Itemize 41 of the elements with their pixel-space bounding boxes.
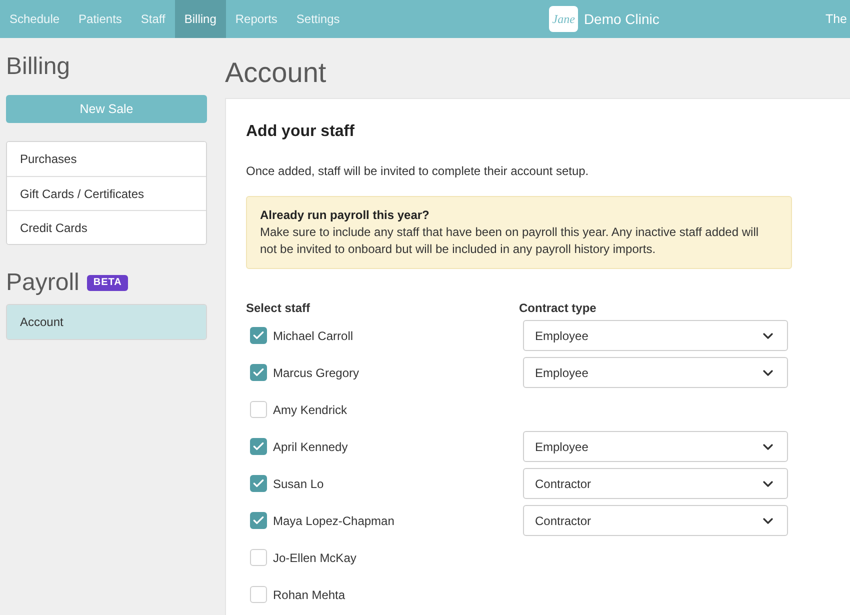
- check-icon: [252, 477, 265, 490]
- beta-badge: BETA: [87, 275, 128, 291]
- panel-heading: Add your staff: [246, 122, 356, 142]
- notice-text: Make sure to include any staff that have been on payroll this year. Any inactive staff added will not be invited to onboard but will be included in any payroll history imports.: [260, 224, 760, 258]
- check-icon: [252, 440, 265, 453]
- user-name: The: [825, 10, 847, 28]
- staff-name: Maya Lopez-Chapman: [273, 512, 394, 530]
- sidebar-item[interactable]: Account: [7, 305, 206, 339]
- staff-name: Amy Kendrick: [273, 402, 348, 418]
- notice-title: Already run payroll this year?: [260, 207, 430, 224]
- check-icon: [252, 366, 265, 379]
- staff-checkbox[interactable]: [250, 549, 267, 566]
- staff-name: Michael Carroll: [273, 328, 354, 344]
- staff-checkbox[interactable]: [250, 586, 267, 603]
- staff-checkbox[interactable]: [250, 401, 267, 418]
- staff-name: Jo-Ellen McKay: [273, 550, 356, 566]
- staff-checkbox[interactable]: [250, 364, 267, 381]
- staff-name: Marcus Gregory: [273, 364, 360, 382]
- contract-type-select[interactable]: Employee: [523, 431, 788, 462]
- staff-name: Susan Lo: [273, 476, 324, 492]
- contract-type-select[interactable]: Employee: [523, 320, 788, 351]
- staff-name: April Kennedy: [273, 438, 348, 456]
- page-title: Account: [225, 56, 328, 90]
- contract-type-select[interactable]: Contractor: [523, 468, 788, 499]
- column-header: Contract type: [519, 300, 596, 317]
- staff-name: Rohan Mehta: [273, 586, 346, 604]
- contract-type-select[interactable]: Contractor: [523, 505, 788, 536]
- check-icon: [252, 514, 265, 527]
- clinic-name: Demo Clinic: [584, 10, 660, 28]
- column-header: Select staff: [246, 300, 312, 317]
- sidebar-item[interactable]: Credit Cards: [7, 210, 206, 244]
- staff-checkbox[interactable]: [250, 327, 267, 344]
- section-heading: Billing: [6, 52, 70, 82]
- contract-type-select[interactable]: Employee: [523, 357, 788, 388]
- staff-checkbox[interactable]: [250, 438, 267, 455]
- staff-checkbox[interactable]: [250, 475, 267, 492]
- check-icon: [252, 329, 265, 342]
- brand-logo: Jane: [549, 6, 578, 32]
- section-heading: Payroll: [6, 268, 80, 298]
- panel-description: Once added, staff will be invited to complete their account setup.: [246, 163, 590, 180]
- staff-checkbox[interactable]: [250, 512, 267, 529]
